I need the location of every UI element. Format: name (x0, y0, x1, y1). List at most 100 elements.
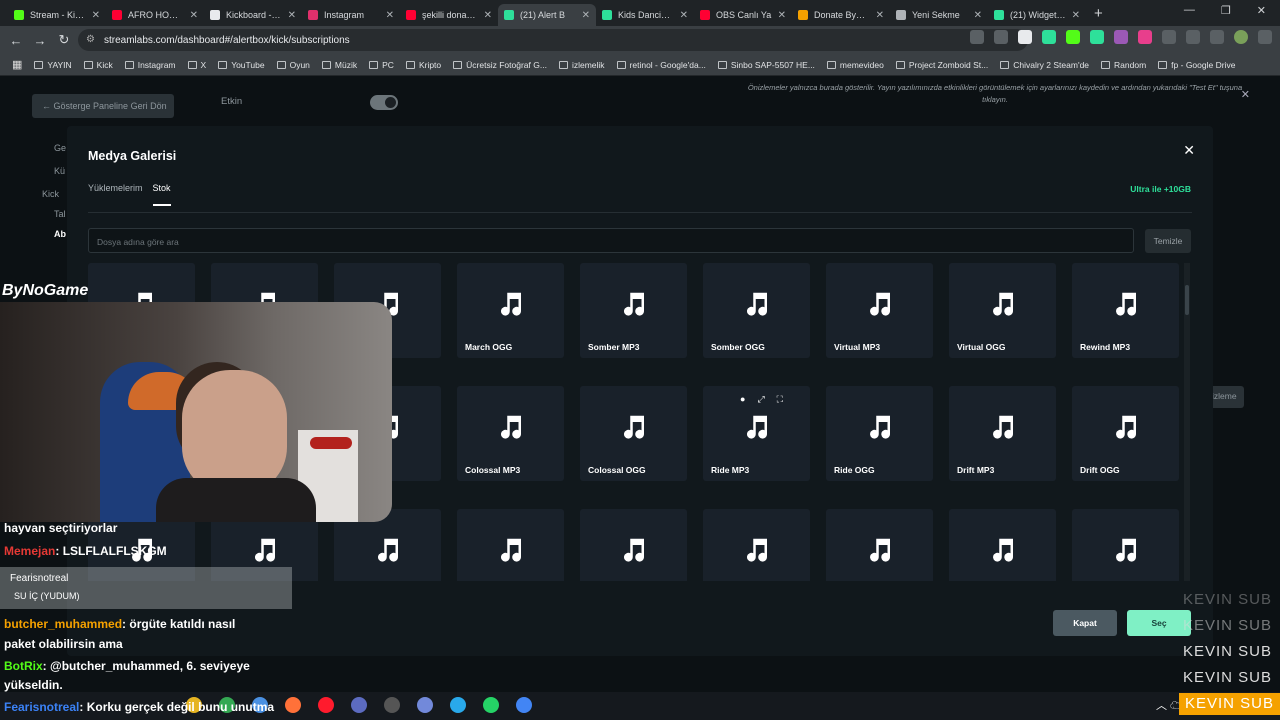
close-icon[interactable]: ✕ (1183, 142, 1195, 159)
sidebar-item-kick[interactable]: Kick (42, 189, 59, 199)
browser-tab[interactable]: Yeni Sekme ✕ (890, 4, 988, 26)
back-icon[interactable]: ← (4, 33, 28, 48)
restore-icon[interactable]: ❐ (1221, 4, 1231, 17)
url-field[interactable]: ⚙ streamlabs.com/dashboard#/alertbox/kick… (78, 29, 1028, 51)
close-button[interactable]: Kapat (1053, 610, 1117, 636)
enabled-toggle[interactable] (370, 95, 398, 110)
browser-tab[interactable]: Kids Dancing G ✕ (596, 4, 694, 26)
bookmark-item[interactable]: fp - Google Drive (1158, 60, 1235, 70)
reload-icon[interactable]: ↻ (52, 32, 76, 48)
browser-tab[interactable]: Donate ByNoG ✕ (792, 4, 890, 26)
media-tile[interactable] (703, 509, 810, 581)
bookmark-item[interactable]: Kripto (405, 60, 441, 70)
site-info-icon[interactable]: ⚙ (86, 34, 95, 45)
minimize-icon[interactable]: — (1184, 4, 1195, 17)
fullscreen-icon[interactable]: ⛶ (777, 394, 783, 405)
browser-tab[interactable]: Stream - Kick C ✕ (8, 4, 106, 26)
sidebar-item-takip[interactable]: Tal (54, 209, 66, 219)
bookmark-item[interactable]: Chivalry 2 Steam'de (1000, 60, 1089, 70)
back-to-dashboard-button[interactable]: ← Gösterge Paneline Geri Dön (32, 94, 174, 118)
tab-uploads[interactable]: Yüklemelerim (88, 183, 143, 206)
media-tile[interactable]: Virtual MP3 (826, 263, 933, 358)
browser-tab[interactable]: (21) Alert B ✕ (498, 4, 596, 26)
sidebar-item-general[interactable]: Ge (54, 143, 66, 153)
media-tile[interactable]: Virtual OGG (949, 263, 1056, 358)
media-tile[interactable] (826, 509, 933, 581)
sidebar-item-kutu[interactable]: Kü (54, 166, 65, 176)
avatar[interactable] (1234, 30, 1248, 44)
bookmark-item[interactable]: YouTube (218, 60, 265, 70)
close-tab-icon[interactable]: ✕ (92, 10, 100, 21)
apps-icon[interactable]: ▦ (12, 58, 22, 71)
clear-button[interactable]: Temizle (1145, 229, 1191, 253)
close-window-icon[interactable]: ✕ (1257, 4, 1266, 17)
firefox-icon[interactable] (285, 697, 301, 713)
play-icon[interactable]: ● (740, 394, 745, 405)
puzzle-icon[interactable] (1162, 30, 1176, 44)
more-icon[interactable] (1258, 30, 1272, 44)
download-icon[interactable] (1186, 30, 1200, 44)
close-tab-icon[interactable]: ✕ (288, 10, 296, 21)
browser-tab[interactable]: (21) Widgets C ✕ (988, 4, 1086, 26)
extension-icon[interactable] (1018, 30, 1032, 44)
close-tab-icon[interactable]: ✕ (190, 10, 198, 21)
media-tile[interactable] (580, 509, 687, 581)
app-icon[interactable] (384, 697, 400, 713)
bookmark-item[interactable]: Oyun (276, 60, 310, 70)
media-tile[interactable]: Ride MP3 ● ⤢ ⛶ (703, 386, 810, 481)
bookmark-item[interactable]: Müzik (321, 60, 357, 70)
sidebar-item-abone[interactable]: Ab (54, 229, 66, 239)
close-tab-icon[interactable]: ✕ (386, 10, 394, 21)
browser-tab[interactable]: AFRO HOUSE ✕ (106, 4, 204, 26)
close-tab-icon[interactable]: ✕ (484, 10, 492, 21)
tab-stock[interactable]: Stok (152, 183, 171, 206)
opera-icon[interactable] (318, 697, 334, 713)
close-tab-icon[interactable]: ✕ (876, 10, 884, 21)
close-tab-icon[interactable]: ✕ (778, 10, 786, 21)
close-tab-icon[interactable]: ✕ (582, 10, 590, 21)
extension-icon[interactable] (1090, 30, 1104, 44)
preview-button[interactable]: izleme (1208, 386, 1244, 408)
close-tab-icon[interactable]: ✕ (974, 10, 982, 21)
new-tab-button[interactable]: + (1094, 5, 1103, 22)
media-tile[interactable] (457, 509, 564, 581)
close-icon[interactable]: ✕ (1241, 88, 1250, 101)
whatsapp-icon[interactable] (483, 697, 499, 713)
forward-icon[interactable]: → (28, 33, 52, 48)
media-tile[interactable]: Drift OGG (1072, 386, 1179, 481)
extension-icon[interactable] (1066, 30, 1080, 44)
media-tile[interactable]: March OGG (457, 263, 564, 358)
browser-tab[interactable]: şekilli donate l ✕ (400, 4, 498, 26)
close-tab-icon[interactable]: ✕ (680, 10, 688, 21)
bookmark-item[interactable]: retinol - Google'da... (616, 60, 706, 70)
extension-icon[interactable] (1042, 30, 1056, 44)
bookmark-item[interactable]: memevideo (826, 60, 884, 70)
browser-tab[interactable]: Kickboard - kic ✕ (204, 4, 302, 26)
media-tile[interactable] (949, 509, 1056, 581)
bookmark-item[interactable]: YAYIN (34, 60, 72, 70)
menu-icon[interactable] (1210, 30, 1224, 44)
expand-icon[interactable]: ⤢ (757, 394, 764, 405)
bookmark-item[interactable]: Kick (83, 60, 113, 70)
grid-scrollbar[interactable] (1184, 263, 1190, 581)
ultra-upgrade-link[interactable]: Ultra ile +10GB (1130, 184, 1191, 194)
discord-icon[interactable] (417, 697, 433, 713)
bookmark-item[interactable]: Random (1101, 60, 1146, 70)
bookmark-item[interactable]: Sinbo SAP-5507 HE... (717, 60, 815, 70)
browser-tab[interactable]: OBS Canlı Ya ✕ (694, 4, 792, 26)
select-button[interactable]: Seç (1127, 610, 1191, 636)
chrome-icon[interactable] (516, 697, 532, 713)
media-tile[interactable]: Colossal OGG (580, 386, 687, 481)
bookmark-item[interactable]: izlemelik (558, 60, 605, 70)
extension-icon[interactable] (1114, 30, 1128, 44)
bookmark-item[interactable]: Instagram (124, 60, 176, 70)
bookmark-item[interactable]: X (187, 60, 206, 70)
close-tab-icon[interactable]: ✕ (1072, 10, 1080, 21)
media-tile[interactable] (1072, 509, 1179, 581)
star-icon[interactable] (994, 30, 1008, 44)
bookmark-item[interactable]: Ücretsiz Fotoğraf G... (453, 60, 547, 70)
system-tray[interactable]: ︿ ☁ (1156, 697, 1181, 713)
media-tile[interactable]: Somber MP3 (580, 263, 687, 358)
extension-icon[interactable] (1138, 30, 1152, 44)
media-tile[interactable]: Ride OGG (826, 386, 933, 481)
